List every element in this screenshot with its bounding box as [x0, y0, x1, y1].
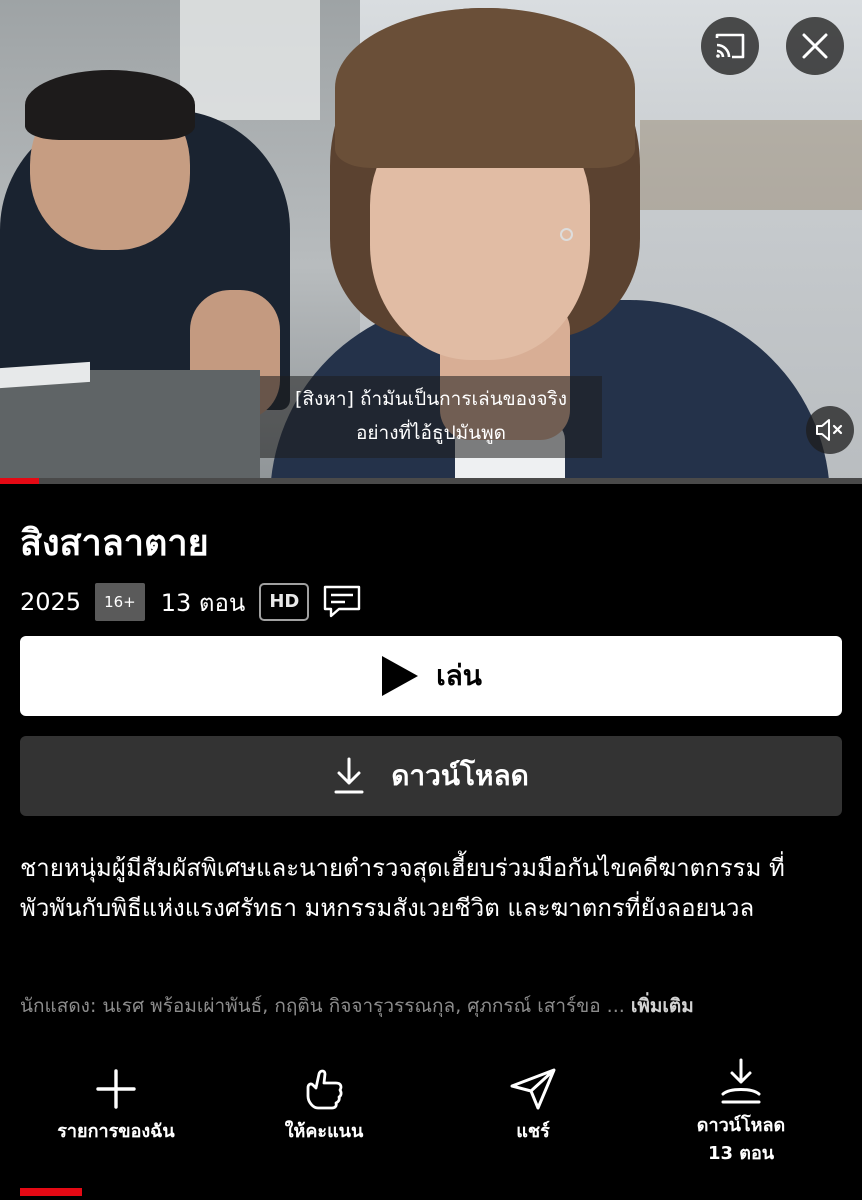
share-button[interactable]: แชร์ [433, 1060, 633, 1146]
my-list-button[interactable]: รายการของฉัน [16, 1060, 216, 1146]
mute-button[interactable] [806, 406, 854, 454]
show-title: สิงสาลาตาย [20, 523, 209, 564]
cast-ellipsis: ... [606, 995, 625, 1017]
video-desk [0, 370, 260, 484]
progress-bar[interactable] [0, 478, 862, 484]
synopsis: ชายหนุ่มผู้มีสัมผัสพิเศษและนายตำรวจสุดเฮ… [20, 854, 785, 922]
tab-indicator [20, 1188, 82, 1196]
plus-icon [96, 1069, 136, 1109]
cast-text: นักแสดง: นเรศ พร้อมเผ่าพันธ์, กฤติน กิจจ… [20, 995, 601, 1017]
show-metadata: 2025 16+ 13 ตอน HD [20, 582, 361, 622]
subtitle-line: อย่างที่ไอ้ธูปมันพูด [355, 422, 506, 444]
volume-muted-icon [816, 419, 843, 441]
play-button[interactable]: เล่น [20, 636, 842, 716]
close-icon [802, 33, 828, 59]
video-background-shelf [640, 120, 862, 210]
video-figure-hair [25, 70, 195, 140]
download-icon [334, 757, 364, 794]
subtitles-icon [324, 585, 361, 618]
quality-badge: HD [259, 583, 310, 621]
send-icon [510, 1068, 556, 1110]
cast-more-link[interactable]: เพิ่มเติม [631, 995, 694, 1017]
release-year: 2025 [20, 588, 82, 616]
video-figure-bangs [335, 8, 635, 168]
rate-label: ให้คะแนน [284, 1121, 364, 1142]
download-all-icon [721, 1058, 761, 1104]
download-all-label: ดาวน์โหลด [696, 1115, 786, 1136]
cast-button[interactable] [701, 17, 759, 75]
action-bar: รายการของฉัน ให้คะแนน แชร์ ดาวน์โหลด 13 … [0, 1058, 862, 1170]
maturity-rating-badge: 16+ [95, 583, 145, 621]
video-figure-earring [560, 228, 573, 241]
rate-button[interactable]: ให้คะแนน [224, 1060, 424, 1146]
progress-bar-fill [0, 478, 39, 484]
subtitle-box: [สิงหา] ถ้ามันเป็นการเล่นของจริง อย่างที… [260, 376, 602, 458]
thumbs-up-icon [306, 1069, 343, 1110]
download-all-button[interactable]: ดาวน์โหลด 13 ตอน [641, 1052, 841, 1168]
download-all-count: 13 ตอน [707, 1143, 775, 1164]
video-background-board [180, 0, 320, 120]
cast-list: นักแสดง: นเรศ พร้อมเผ่าพันธ์, กฤติน กิจจ… [20, 988, 842, 1024]
close-button[interactable] [786, 17, 844, 75]
share-label: แชร์ [516, 1121, 550, 1142]
episode-count: 13 ตอน [160, 588, 246, 617]
play-button-label: เล่น [436, 659, 482, 692]
cast-icon [715, 33, 745, 59]
play-icon [382, 656, 419, 696]
download-button-label: ดาวน์โหลด [391, 759, 529, 792]
download-button[interactable]: ดาวน์โหลด [20, 736, 842, 816]
video-player[interactable]: [สิงหา] ถ้ามันเป็นการเล่นของจริง อย่างที… [0, 0, 862, 484]
my-list-label: รายการของฉัน [57, 1121, 175, 1142]
subtitle-line: [สิงหา] ถ้ามันเป็นการเล่นของจริง [295, 388, 567, 410]
